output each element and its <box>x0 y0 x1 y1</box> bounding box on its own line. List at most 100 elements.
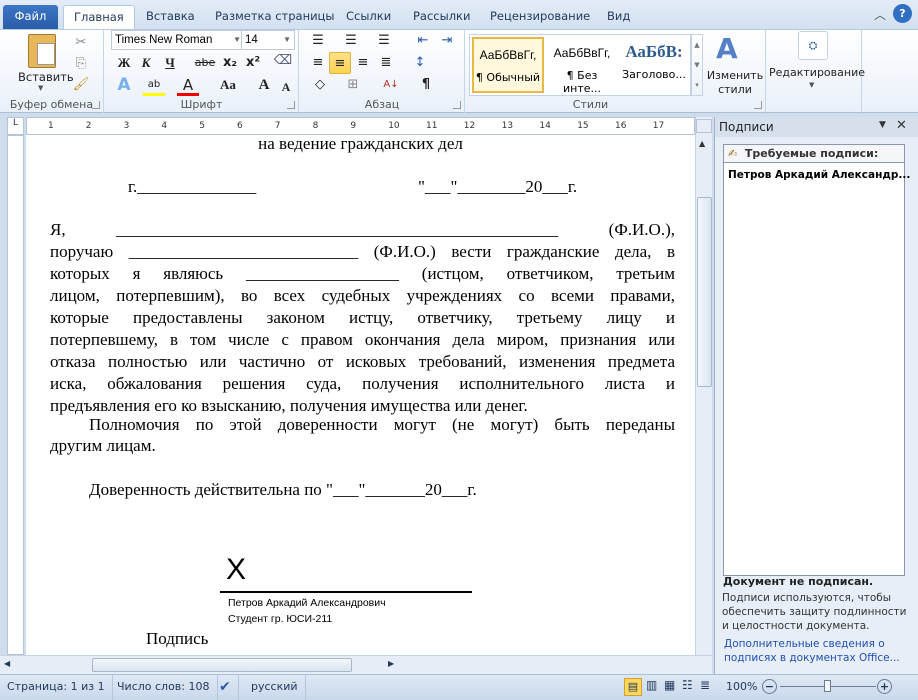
bullets-icon[interactable]: ☰ <box>307 30 329 52</box>
draft-icon[interactable]: ≣ <box>700 678 710 692</box>
tab-page-layout[interactable]: Разметка страницы <box>205 5 344 29</box>
print-layout-icon[interactable]: ▤ <box>624 678 642 696</box>
dialog-launcher-icon[interactable] <box>287 101 295 109</box>
horizontal-ruler[interactable]: 1 2 3 4 5 6 7 8 9 10 11 12 13 14 15 16 17 <box>26 117 695 135</box>
horizontal-scroll-thumb[interactable] <box>92 658 352 672</box>
font-color-icon[interactable]: A <box>177 74 199 96</box>
multilevel-list-icon[interactable]: ☰ <box>373 30 395 52</box>
change-styles-icon[interactable]: A <box>716 32 738 65</box>
clipboard-group-label: Буфер обмена <box>9 98 94 111</box>
signature-x: X <box>226 553 247 586</box>
document-page[interactable]: на ведение гражданских дел г.___________… <box>26 135 695 655</box>
vertical-ruler[interactable] <box>7 135 24 655</box>
editing-dropdown-icon[interactable]: ▼ <box>809 81 814 89</box>
cut-icon[interactable]: ✂ <box>70 32 92 54</box>
doc-line: иска, обжалования решения суда, получени… <box>50 374 675 393</box>
change-styles-button[interactable]: Изменить стили <box>704 69 766 97</box>
line-spacing-icon[interactable]: ↕ <box>409 52 431 74</box>
tab-file[interactable]: Файл <box>3 5 58 29</box>
style-no-spacing[interactable]: АаБбВвГг, ¶ Без инте... <box>546 37 618 95</box>
tab-selector[interactable]: L <box>7 117 24 135</box>
superscript-button[interactable]: x² <box>242 52 264 74</box>
ruler-tick-label: 4 <box>161 121 168 131</box>
split-icon[interactable] <box>696 119 712 133</box>
outline-icon[interactable]: ☷ <box>682 678 693 692</box>
shrink-font-button[interactable]: A <box>275 76 297 98</box>
sort-icon[interactable]: А↓ <box>380 74 402 96</box>
subscript-button[interactable]: x₂ <box>219 52 241 74</box>
font-size-select[interactable]: 14 ▼ <box>241 30 295 50</box>
strikethrough-button[interactable]: abe <box>191 52 219 74</box>
tab-references[interactable]: Ссылки <box>336 5 401 29</box>
vertical-scroll-thumb[interactable] <box>697 197 712 387</box>
paste-icon[interactable] <box>28 34 56 68</box>
clear-formatting-icon[interactable]: ⌫ <box>272 50 294 72</box>
align-right-icon[interactable]: ≡ <box>352 52 374 74</box>
proofing-icon[interactable]: ✔ <box>212 675 239 700</box>
ruler-tick-label: 6 <box>237 121 243 131</box>
dialog-launcher-icon[interactable] <box>453 101 461 109</box>
help-icon[interactable]: ? <box>893 4 912 23</box>
tab-view[interactable]: Вид <box>597 5 640 29</box>
styles-scroll[interactable]: ▲ ▼ ▾ <box>691 34 703 96</box>
justify-icon[interactable]: ≣ <box>375 52 397 74</box>
copy-icon[interactable]: ⎘ <box>70 53 92 75</box>
borders-icon[interactable]: ⊞ <box>342 74 364 96</box>
zoom-in-icon[interactable]: + <box>877 679 892 694</box>
editing-button[interactable]: Редактирование <box>769 66 865 79</box>
find-icon[interactable]: ⛭ <box>798 31 828 60</box>
ruler-tick-label: 7 <box>274 121 281 131</box>
increase-indent-icon[interactable]: ⇥ <box>436 30 458 52</box>
vertical-scrollbar[interactable]: ▲ <box>695 117 712 655</box>
tab-review[interactable]: Рецензирование <box>480 5 600 29</box>
tab-mailings[interactable]: Рассылки <box>403 5 480 29</box>
underline-button[interactable]: Ч <box>159 52 181 74</box>
close-icon[interactable]: ✕ <box>896 118 907 133</box>
tab-home[interactable]: Главная <box>63 5 135 29</box>
tab-insert[interactable]: Вставка <box>136 5 205 29</box>
paste-button[interactable]: Вставить <box>18 70 74 84</box>
highlight-icon[interactable]: ab <box>143 74 165 96</box>
styles-group-label: Стили <box>572 98 609 111</box>
zoom-level[interactable]: 100% <box>726 680 757 693</box>
pane-learn-more-link[interactable]: Дополнительные сведения о подписях в док… <box>724 637 909 665</box>
signature-line[interactable] <box>220 591 472 593</box>
align-left-icon[interactable]: ≡ <box>307 52 329 74</box>
ruler-tick-label: 17 <box>652 121 665 131</box>
status-bar: Страница: 1 из 1 Число слов: 108 ✔ русск… <box>0 674 918 700</box>
grow-font-button[interactable]: A <box>253 74 275 96</box>
dialog-launcher-icon[interactable] <box>754 101 762 109</box>
dialog-launcher-icon[interactable] <box>92 101 100 109</box>
page-count[interactable]: Страница: 1 из 1 <box>0 675 113 700</box>
web-layout-icon[interactable]: ▦ <box>664 678 675 692</box>
font-name-select[interactable]: Times New Roman ▼ <box>111 30 245 50</box>
scroll-up-icon[interactable]: ▲ <box>699 139 705 148</box>
style-heading[interactable]: АаБбВ: Заголово... <box>618 37 690 93</box>
bold-button[interactable]: Ж <box>113 52 135 74</box>
format-painter-icon[interactable]: 🖌 <box>70 74 92 96</box>
scroll-left-icon[interactable]: ◀ <box>4 659 10 668</box>
align-center-icon[interactable]: ≡ <box>329 52 351 74</box>
paste-dropdown-icon[interactable]: ▼ <box>38 84 43 92</box>
minimize-ribbon-icon[interactable]: ︿ <box>874 6 886 23</box>
horizontal-scrollbar[interactable]: ◀ ▶ <box>0 655 712 674</box>
numbering-icon[interactable]: ☰ <box>340 30 362 52</box>
scroll-right-icon[interactable]: ▶ <box>388 659 394 668</box>
show-marks-button[interactable]: ¶ <box>415 74 437 96</box>
change-case-button[interactable]: Aa <box>215 74 241 96</box>
ruler-tick-label: 9 <box>350 121 357 131</box>
full-screen-reading-icon[interactable]: ▥ <box>646 678 657 692</box>
decrease-indent-icon[interactable]: ⇤ <box>412 30 434 52</box>
language[interactable]: русский <box>244 675 306 700</box>
word-count[interactable]: Число слов: 108 <box>110 675 218 700</box>
ruler-tick-label: 11 <box>426 121 438 131</box>
pane-menu-icon[interactable]: ▼ <box>879 120 886 130</box>
zoom-slider-thumb[interactable] <box>824 680 831 692</box>
italic-button[interactable]: К <box>135 52 157 74</box>
signer-list-item[interactable]: Петров Аркадий Александр... <box>724 163 910 187</box>
doc-validity: Доверенность действительна по "___"_____… <box>89 480 477 499</box>
text-effects-icon[interactable]: A <box>113 74 135 96</box>
zoom-out-icon[interactable]: − <box>762 679 777 694</box>
style-normal[interactable]: АаБбВвГг, ¶ Обычный <box>472 37 544 93</box>
shading-icon[interactable]: ◇ <box>309 74 331 96</box>
